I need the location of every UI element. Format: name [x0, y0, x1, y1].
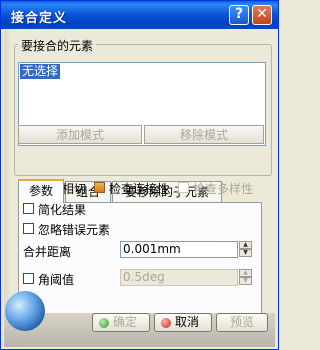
- close-icon: ✕: [256, 6, 268, 22]
- angular-threshold-input[interactable]: 0.5deg: [120, 269, 238, 286]
- list-item[interactable]: 无选择: [20, 64, 61, 79]
- remove-mode-button[interactable]: 移除模式: [144, 125, 264, 144]
- ok-button[interactable]: 确定: [92, 313, 150, 332]
- add-mode-button[interactable]: 添加模式: [18, 125, 142, 144]
- help-button[interactable]: ?: [229, 5, 249, 25]
- ignore-errors-checkbox[interactable]: [23, 223, 34, 234]
- simplify-result-checkbox[interactable]: [23, 203, 34, 214]
- merge-distance-input[interactable]: 0.001mm: [120, 241, 238, 258]
- side-panel: [4, 29, 11, 319]
- cancel-label: 取消: [175, 315, 200, 329]
- elements-group-legend: 要接合的元素: [18, 37, 97, 54]
- check-manifold-checkbox[interactable]: [178, 182, 189, 193]
- cancel-button[interactable]: 取消: [154, 313, 212, 332]
- check-connectivity-label: 检查连接性: [109, 182, 170, 196]
- ignore-errors-label: 忽略错误元素: [38, 223, 111, 237]
- close-button[interactable]: ✕: [252, 5, 272, 25]
- simplify-result-label: 简化结果: [38, 203, 87, 217]
- angular-threshold-label: 角阈值: [38, 273, 75, 287]
- spin-down-icon[interactable]: ▼: [239, 277, 252, 285]
- cancel-icon: [161, 318, 171, 328]
- preview-button[interactable]: 预览: [216, 313, 268, 332]
- merge-distance-spinner[interactable]: ▲ ▼: [239, 241, 252, 258]
- ok-icon: [99, 318, 109, 328]
- preview-label: 预览: [229, 315, 254, 329]
- angular-threshold-spinner[interactable]: ▲ ▼: [239, 269, 252, 286]
- spin-up-icon[interactable]: ▲: [239, 269, 252, 277]
- ok-label: 确定: [113, 315, 138, 329]
- title-bar[interactable]: 接合定义 ? ✕: [1, 1, 278, 29]
- window-title: 接合定义: [11, 11, 68, 26]
- spin-up-icon[interactable]: ▲: [239, 241, 252, 249]
- help-icon: ?: [234, 6, 244, 22]
- merge-distance-label: 合并距离: [23, 245, 72, 259]
- globe-logo-icon: [5, 291, 45, 331]
- spin-down-icon[interactable]: ▼: [239, 249, 252, 257]
- dialog-body: 要接合的元素 无选择 添加模式 移除模式 参数 组合 要移除的子元素 检查相切 …: [4, 29, 275, 347]
- angular-threshold-checkbox[interactable]: [23, 273, 34, 284]
- check-connectivity-checkbox[interactable]: [94, 182, 105, 193]
- tab-parameters[interactable]: 参数: [18, 179, 64, 203]
- check-manifold-label: 检查多样性: [193, 182, 254, 196]
- dialog-window: 接合定义 ? ✕ 要接合的元素 无选择 添加模式 移除模式 参数 组合 要移除的…: [0, 0, 279, 350]
